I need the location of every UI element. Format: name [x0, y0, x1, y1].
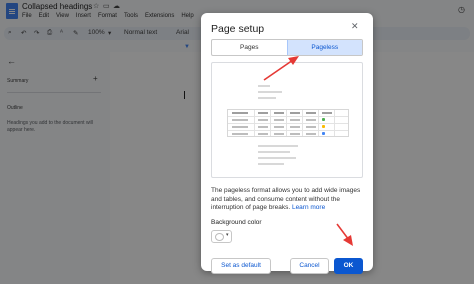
preview-cell — [306, 133, 316, 135]
preview-cell — [306, 112, 316, 114]
preview-table-rule — [334, 110, 335, 136]
preview-line — [258, 85, 270, 87]
preview-cell — [290, 126, 300, 128]
preview-line — [258, 157, 296, 159]
color-swatch — [215, 233, 224, 241]
preview-cell — [306, 126, 316, 128]
preview-cell — [274, 133, 284, 135]
tab-pages[interactable]: Pages — [212, 40, 287, 55]
preview-table-rule — [228, 116, 348, 117]
preview-cell — [290, 112, 300, 114]
background-color-picker[interactable]: ▾ — [211, 230, 232, 243]
preview-table-rule — [302, 110, 303, 136]
preview-status-dot — [322, 132, 325, 135]
description-text: The pageless format allows you to add wi… — [211, 187, 361, 212]
preview-cell — [274, 126, 284, 128]
preview-cell — [232, 112, 248, 114]
learn-more-link[interactable]: Learn more — [292, 204, 325, 211]
tab-pageless[interactable]: Pageless — [286, 40, 362, 55]
preview-table-rule — [228, 123, 348, 124]
preview-cell — [232, 119, 248, 121]
preview-cell — [258, 112, 268, 114]
preview-cell — [258, 119, 268, 121]
preview-cell — [290, 119, 300, 121]
preview-cell — [274, 119, 284, 121]
preview-line — [258, 91, 282, 93]
preview-line — [258, 145, 298, 147]
preview-cell — [322, 112, 332, 114]
preview-cell — [258, 133, 268, 135]
preview-table-rule — [254, 110, 255, 136]
preview-table-rule — [270, 110, 271, 136]
pageless-description: The pageless format allows you to add wi… — [211, 187, 363, 213]
close-icon[interactable]: ✕ — [351, 21, 359, 32]
preview-cell — [232, 133, 248, 135]
dialog-title: Page setup — [211, 23, 265, 35]
preview-line — [258, 97, 276, 99]
set-as-default-button[interactable]: Set as default — [211, 258, 271, 274]
preview-cell — [290, 133, 300, 135]
background-color-label: Background color — [211, 219, 262, 226]
ok-button[interactable]: OK — [334, 258, 363, 274]
preview-table — [227, 109, 349, 137]
preview-status-dot — [322, 125, 325, 128]
preview-cell — [306, 119, 316, 121]
page-setup-dialog: Page setup ✕ Pages Pageless The pageless… — [201, 13, 373, 274]
page-format-tabs: Pages Pageless — [211, 39, 363, 56]
cancel-button[interactable]: Cancel — [290, 258, 329, 274]
preview-cell — [232, 126, 248, 128]
preview-table-rule — [286, 110, 287, 136]
chevron-down-icon: ▾ — [226, 232, 229, 238]
preview-table-rule — [318, 110, 319, 136]
pageless-preview-illustration — [211, 62, 363, 178]
preview-cell — [258, 126, 268, 128]
preview-cell — [274, 112, 284, 114]
preview-line — [258, 163, 284, 165]
preview-status-dot — [322, 118, 325, 121]
preview-table-rule — [228, 130, 348, 131]
preview-line — [258, 151, 290, 153]
